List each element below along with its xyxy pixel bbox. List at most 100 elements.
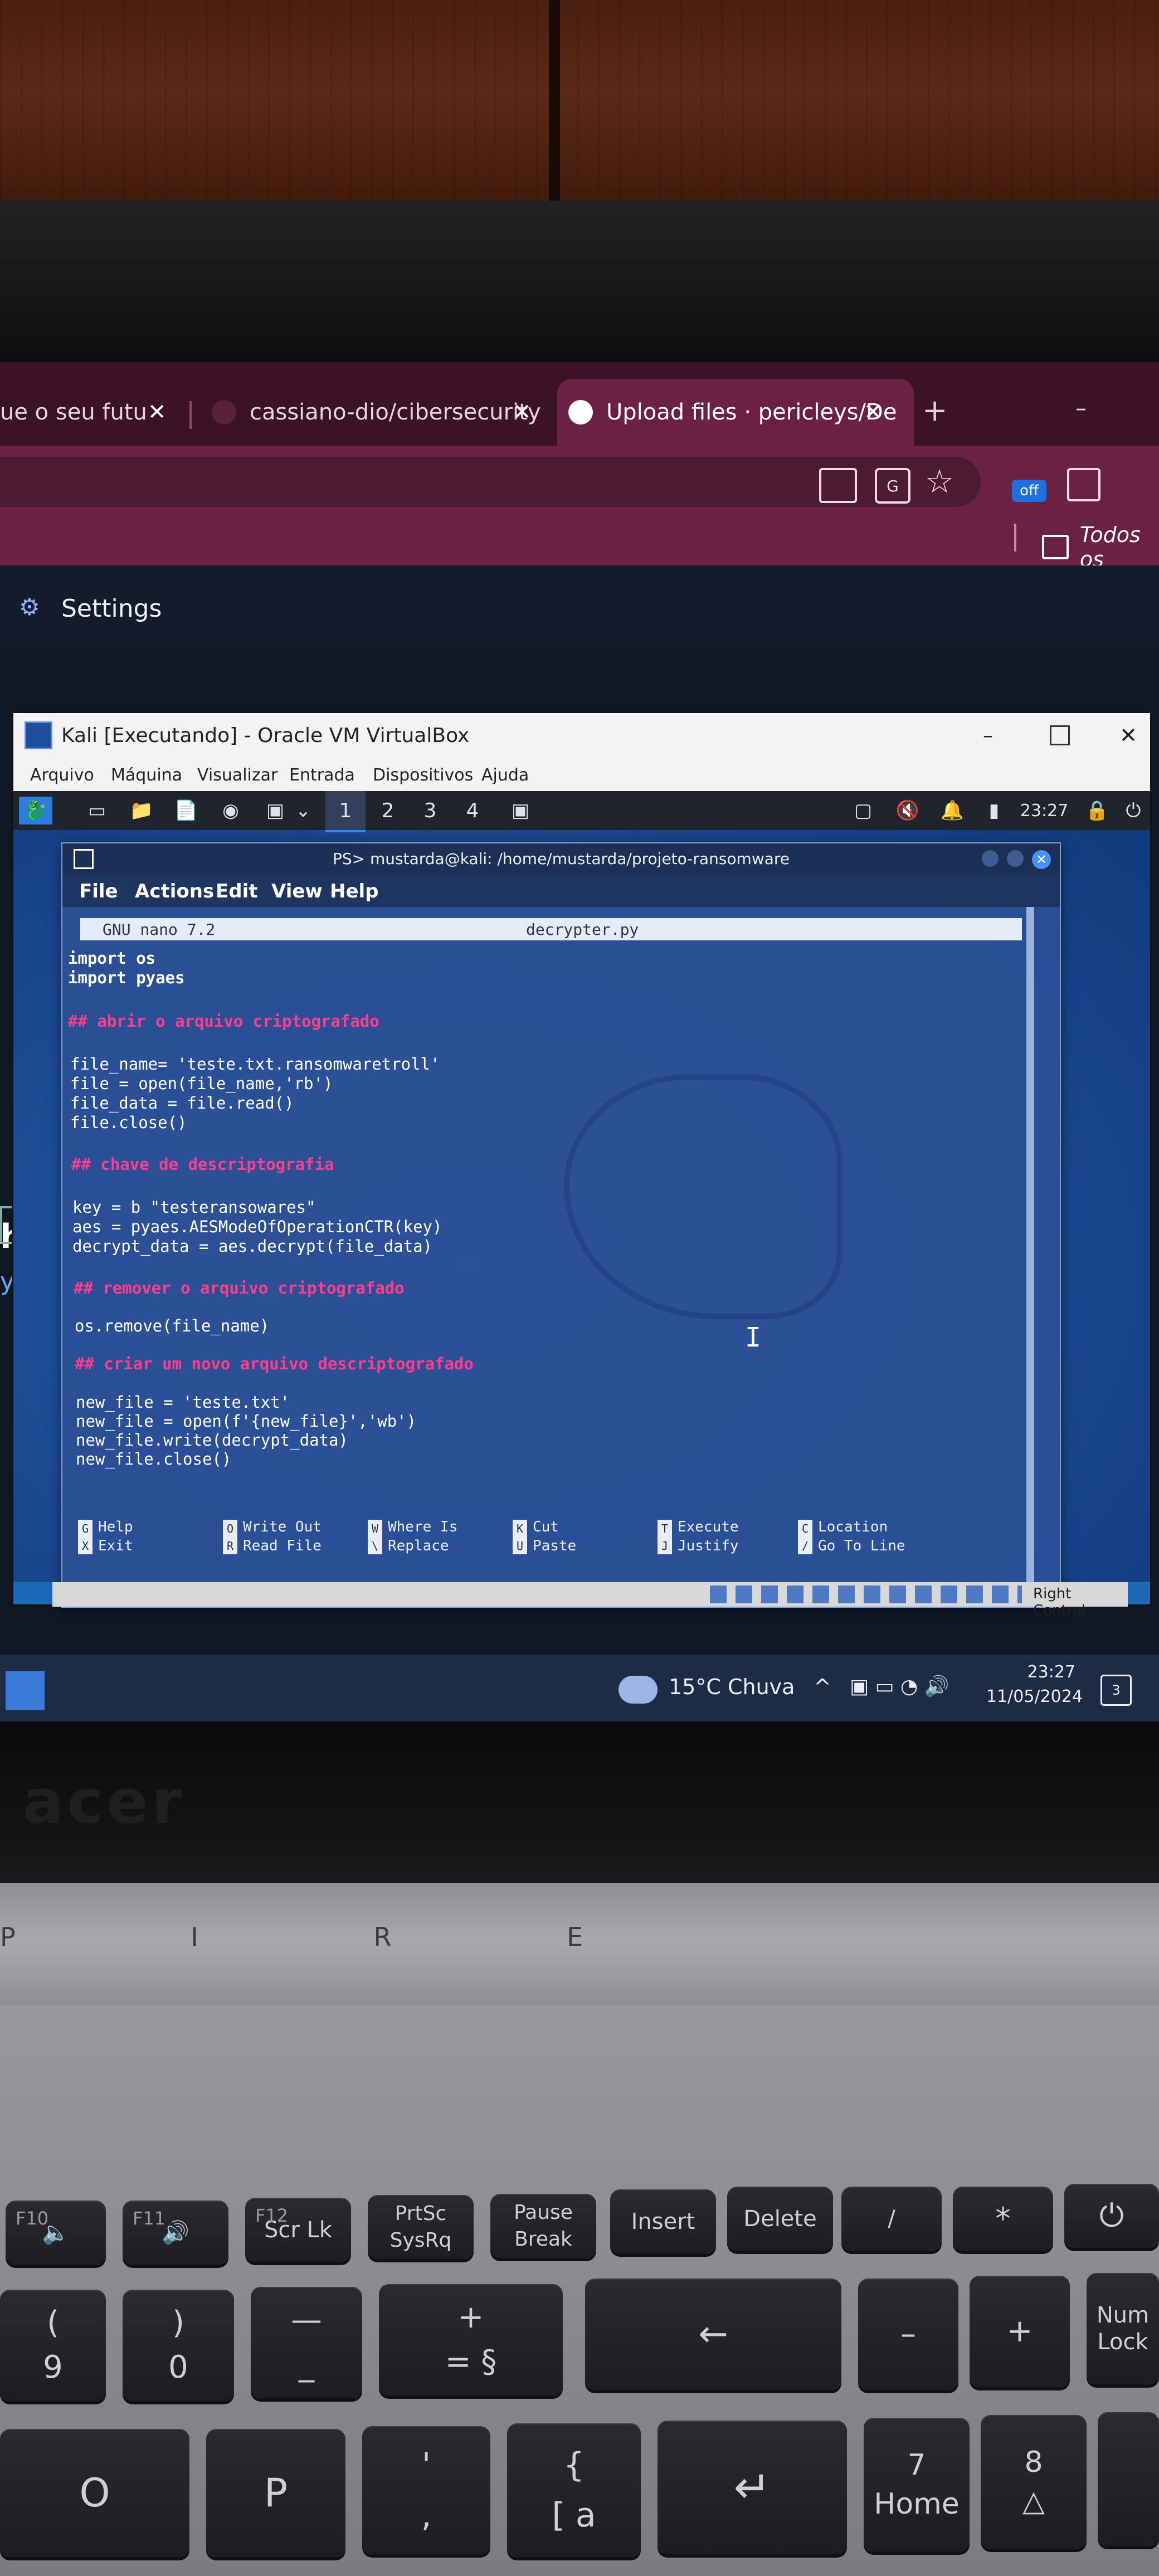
term-menu-file[interactable]: File [79,880,118,902]
key-numpad-plus[interactable]: + [970,2276,1070,2387]
key-0[interactable]: ) 0 [123,2290,234,2401]
key-numpad-minus[interactable]: – [858,2279,958,2390]
text-editor-icon[interactable]: 📄 [169,797,203,824]
key-insert[interactable]: Insert [610,2189,716,2253]
key-numpad-9-partial[interactable] [1098,2412,1159,2546]
bookmark-folder-all[interactable]: Todos os [1042,523,1159,572]
key-f11[interactable]: F11 🔊 [123,2201,228,2265]
key-prtsc[interactable]: PrtSc SysRq [368,2195,474,2259]
key-delete[interactable]: Delete [727,2187,833,2251]
terminal-window-button-icon[interactable]: ▣ [504,797,537,824]
shortcut-where-is: Where Is Replace [388,1519,458,1554]
mute-icon[interactable]: 🔇 [894,797,922,824]
battery-icon[interactable]: ▮ [983,797,1005,824]
lock-icon[interactable]: 🔒 [1083,797,1111,824]
browser-tab-1[interactable]: ue o seu futu ✕ [0,379,184,446]
laptop-brand-logo: acer [22,1766,186,1837]
shortcut-key-help: GX [78,1520,92,1554]
key-numpad-asterisk[interactable]: * [953,2187,1053,2251]
key-quote[interactable]: ' , [362,2426,490,2554]
virtualbox-taskbar-icon[interactable] [6,1671,45,1710]
maximize-icon[interactable] [1050,725,1070,745]
vbox-menu-entrada[interactable]: Entrada [289,765,355,785]
minimize-icon[interactable]: – [983,724,993,747]
settings-link[interactable]: Settings [61,594,162,623]
tray-icons[interactable]: ▣ ▭ ◔ 🔊 [850,1675,949,1698]
workspace-3[interactable]: 3 [410,791,450,830]
key-bracket[interactable]: { [ a [507,2423,641,2557]
power-icon[interactable]: ⏻ [1119,797,1147,824]
chevron-up-icon[interactable]: ^ [814,1675,831,1699]
notification-bell-icon[interactable]: 🔔 [938,797,966,824]
minimize-circle-icon[interactable] [982,850,999,867]
bookmark-star-icon[interactable]: ☆ [925,462,954,500]
display-icon[interactable]: ▢ [849,797,877,824]
key-minus[interactable]: — _ [251,2287,362,2398]
vbox-title: Kali [Executando] - Oracle VM VirtualBox [61,724,470,747]
workspace-1[interactable]: 1 [325,791,366,832]
desktop-icon[interactable]: ▭ [80,797,114,824]
chevron-down-icon[interactable]: ⌄ [292,797,314,824]
key-numpad-slash[interactable]: / [841,2187,942,2251]
new-tab-button[interactable]: + [922,393,947,428]
key-p[interactable]: P [206,2429,345,2557]
kali-menu-icon[interactable]: 🐉 [19,797,52,824]
shortcut-key-location: C / [798,1520,812,1554]
terminal-launcher-icon[interactable]: ▣ [259,797,292,824]
code-line: new_file = open(f'{new_file}','wb') [76,1412,417,1431]
code-line: import os [68,949,156,968]
laptop-model-text: P I R E [0,1922,667,1952]
device-status-icons[interactable] [710,1585,1022,1603]
browser-tab-3-active[interactable]: Upload files · pericleys/De ✕ [557,379,914,446]
workspace-2[interactable]: 2 [368,791,408,830]
vbox-menu-visualizar[interactable]: Visualizar [197,765,277,785]
key-num-lock[interactable]: Num Lock [1087,2273,1159,2384]
install-app-icon[interactable] [819,468,857,503]
key-o[interactable]: O [0,2429,189,2557]
browser-tab-2[interactable]: cassiano-dio/cibersecurity ✕ [212,379,557,446]
workspace-4[interactable]: 4 [452,791,493,830]
close-circle-icon[interactable]: ✕ [1032,850,1051,869]
term-menu-view[interactable]: View [271,880,323,902]
term-menu-help[interactable]: Help [330,880,379,902]
firefox-icon[interactable]: ◉ [214,797,247,824]
extension-off-icon[interactable]: off [1009,465,1048,504]
code-line: new_file = 'teste.txt' [76,1393,290,1412]
term-menu-actions[interactable]: Actions [135,880,214,902]
code-line: aes = pyaes.AESModeOfOperationCTR(key) [72,1217,442,1236]
nano-editor[interactable]: GNU nano 7.2 decrypter.py import os impo… [62,907,1060,1607]
minimize-icon[interactable]: – [1075,396,1087,421]
key-f12[interactable]: F12 Scr Lk [245,2198,351,2262]
key-f10[interactable]: F10 🔈 [6,2201,106,2265]
maximize-circle-icon[interactable] [1007,850,1024,867]
key-power[interactable]: ⏻ [1064,2184,1159,2248]
key-equals[interactable]: + = § [379,2284,563,2396]
vbox-menu-bar: Arquivo Máquina Visualizar Entrada Dispo… [13,758,1150,791]
close-icon[interactable]: ✕ [148,399,167,425]
scrollbar[interactable] [1026,907,1034,1603]
key-enter[interactable]: ↵ [658,2421,847,2554]
virtualbox-window: Kali [Executando] - Oracle VM VirtualBox… [13,713,1150,1619]
vbox-menu-arquivo[interactable]: Arquivo [30,765,94,785]
gear-icon: ⚙ [19,593,40,621]
key-pause[interactable]: Pause Break [490,2194,596,2258]
extensions-puzzle-icon[interactable] [1067,468,1100,501]
key-numpad-7[interactable]: 7 Home [864,2418,970,2551]
key-backspace[interactable]: ← [585,2279,841,2390]
translate-icon[interactable]: G [875,468,910,504]
vbox-menu-ajuda[interactable]: Ajuda [481,765,529,785]
taskbar-time: 23:27 [1027,1662,1075,1682]
key-9[interactable]: ( 9 [0,2290,106,2401]
notification-center-icon[interactable]: 3 [1100,1675,1132,1706]
vbox-menu-dispositivos[interactable]: Dispositivos [373,765,473,785]
vbox-menu-maquina[interactable]: Máquina [111,765,182,785]
term-menu-edit[interactable]: Edit [216,880,257,902]
key-numpad-8[interactable]: 8 △ [981,2415,1087,2549]
terminal-window: PS> mustarda@kali: /home/mustarda/projet… [61,842,1061,1608]
weather-text[interactable]: 15°C Chuva [669,1675,795,1699]
shortcut-cut: Cut Paste [533,1519,577,1554]
close-icon[interactable]: ✕ [513,399,532,425]
close-icon[interactable]: ✕ [1119,723,1137,748]
close-icon[interactable]: ✕ [864,399,883,425]
files-icon[interactable]: 📁 [125,797,158,824]
